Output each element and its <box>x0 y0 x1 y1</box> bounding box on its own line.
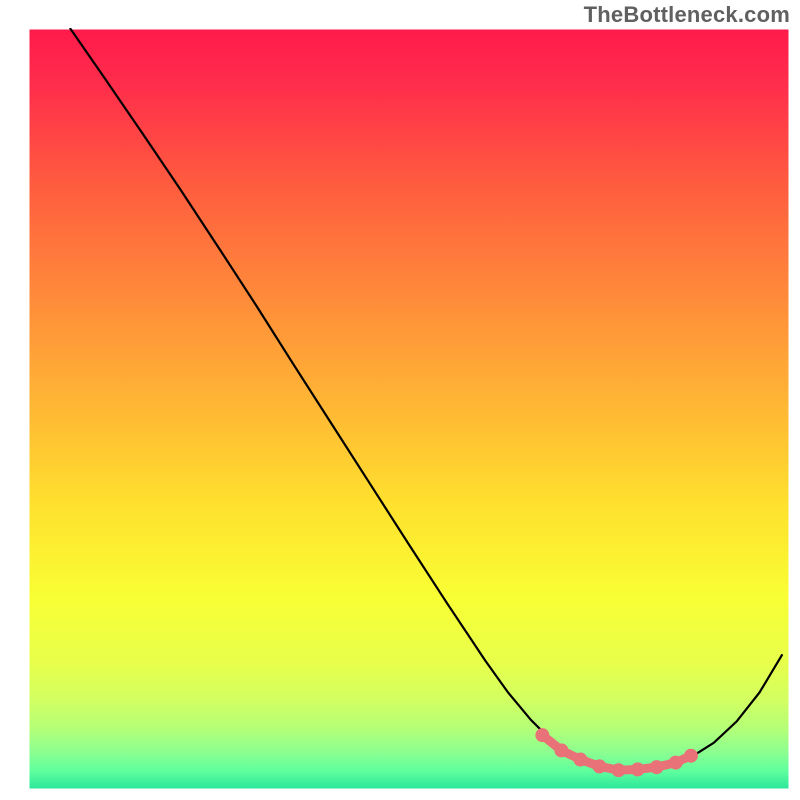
optimal-zone-dot <box>554 743 568 757</box>
optimal-zone-dot <box>631 762 645 776</box>
optimal-zone-dot <box>650 760 664 774</box>
plot-area <box>28 28 790 790</box>
optimal-zone-dot <box>573 753 587 767</box>
optimal-zone-dot <box>593 759 607 773</box>
optimal-zone-dot <box>535 728 549 742</box>
bottleneck-chart <box>0 0 800 800</box>
chart-container: TheBottleneck.com <box>0 0 800 800</box>
optimal-zone-dot <box>669 756 683 770</box>
optimal-zone-dot <box>612 763 626 777</box>
watermark-text: TheBottleneck.com <box>584 2 790 28</box>
optimal-zone-dot <box>684 749 698 763</box>
